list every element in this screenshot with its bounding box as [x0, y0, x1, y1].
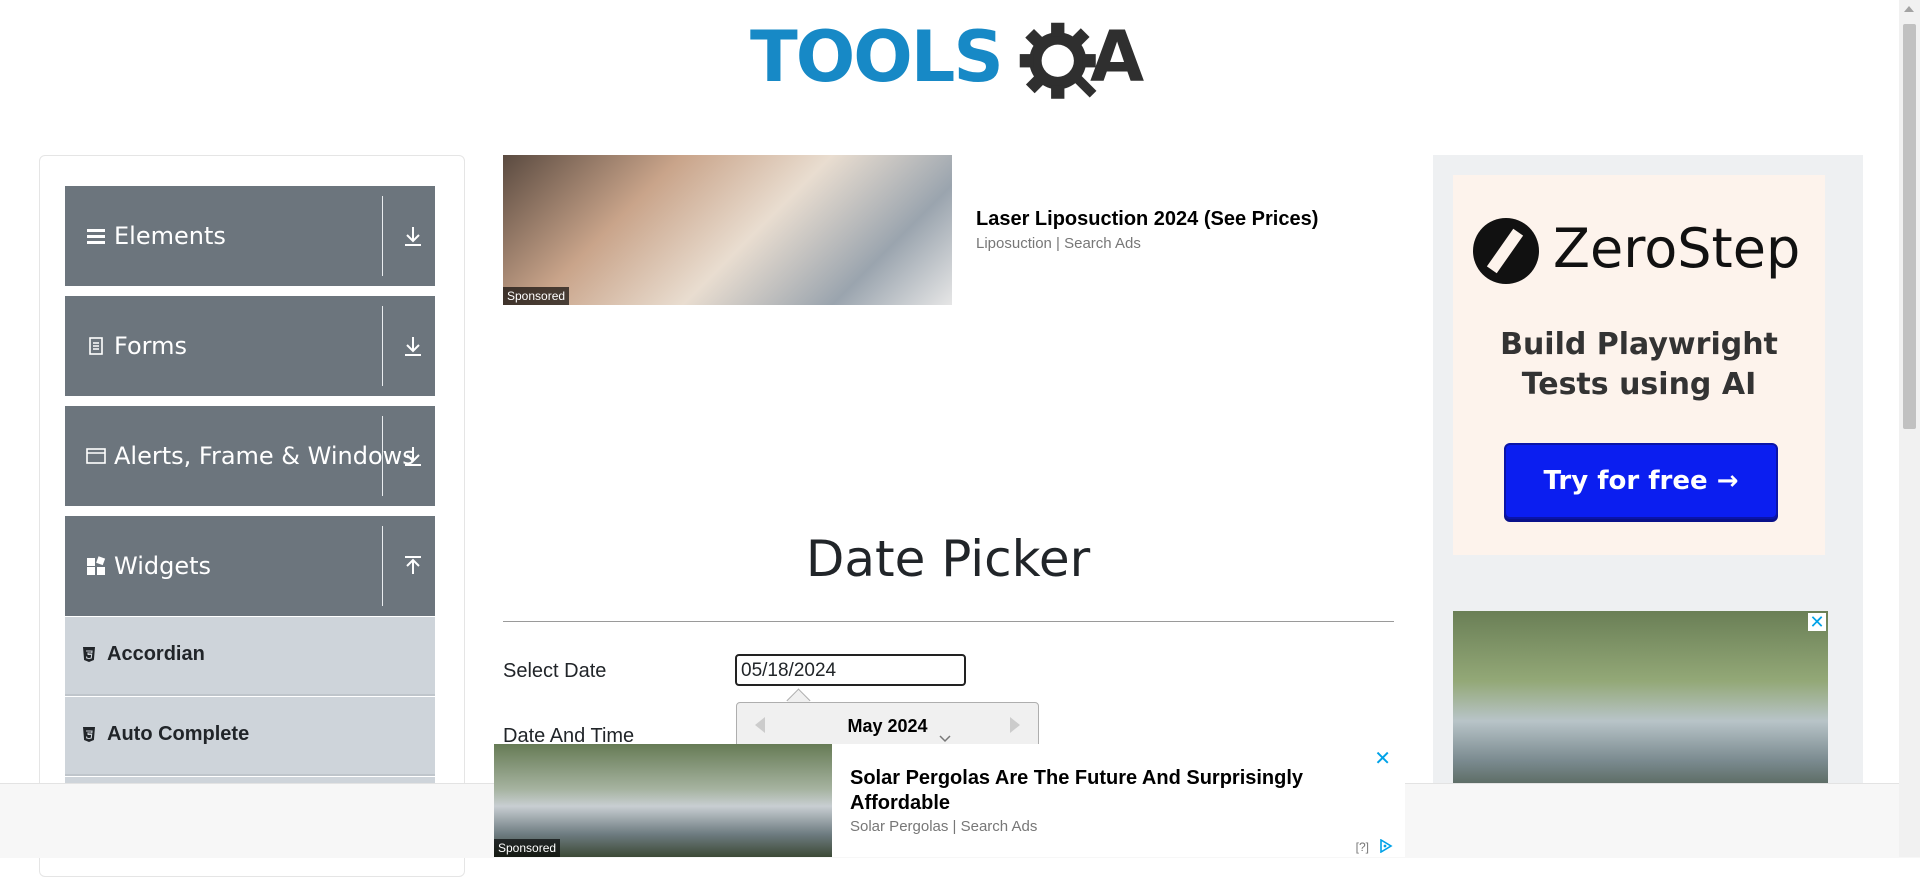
scroll-up-icon[interactable]	[1904, 6, 1914, 12]
ad-bottom-image[interactable]: Sponsored	[494, 744, 832, 857]
zerostep-logo-icon	[1473, 218, 1539, 284]
sidebar-item-auto-complete[interactable]: Auto Complete	[65, 697, 435, 776]
ad-top-subtitle[interactable]: Liposuction | Search Ads	[976, 235, 1141, 252]
close-icon[interactable]: ✕	[1374, 746, 1391, 771]
select-date-input[interactable]: 05/18/2024	[735, 654, 966, 686]
sidebar-group-alerts[interactable]: Alerts, Frame & Windows	[65, 406, 435, 506]
widgets-icon	[87, 556, 106, 575]
ad-top-image[interactable]: Sponsored	[503, 155, 952, 305]
calendar-month-label: May 2024	[847, 716, 928, 736]
download-arrow-icon[interactable]	[401, 224, 425, 248]
menu-icon	[87, 229, 105, 244]
upload-arrow-icon[interactable]	[401, 554, 425, 578]
ad-bottom-subtitle[interactable]: Solar Pergolas | Search Ads	[850, 818, 1037, 835]
sidebar-item-accordian[interactable]: Accordian	[65, 617, 435, 696]
try-for-free-button[interactable]: Try for free →	[1504, 443, 1778, 519]
page-scrollbar[interactable]	[1899, 0, 1920, 857]
select-date-label: Select Date	[503, 660, 607, 682]
sidebar-item-label: Accordian	[107, 643, 205, 665]
ad-right[interactable]: ZeroStep Build Playwright Tests using AI…	[1433, 155, 1863, 785]
ad-top-title[interactable]: Laser Liposuction 2024 (See Prices)	[976, 208, 1318, 231]
ad-bottom-title[interactable]: Solar Pergolas Are The Future And Surpri…	[850, 766, 1330, 816]
zerostep-ad-card[interactable]: ZeroStep Build Playwright Tests using AI…	[1453, 175, 1825, 555]
page-title: Date Picker	[805, 530, 1091, 588]
sponsored-badge: Sponsored	[494, 839, 561, 857]
close-icon[interactable]: ✕	[1808, 613, 1826, 631]
next-month-icon[interactable]	[1010, 717, 1020, 733]
scrollbar-thumb[interactable]	[1903, 24, 1916, 429]
divider	[382, 306, 383, 386]
adchoices-icon[interactable]	[1379, 839, 1393, 853]
zerostep-tagline: Build Playwright Tests using AI	[1500, 327, 1778, 402]
sidebar-group-label: Elements	[114, 222, 226, 250]
sponsored-badge: Sponsored	[503, 287, 570, 305]
sidebar-group-forms[interactable]: Forms	[65, 296, 435, 396]
sidebar-group-label: Alerts, Frame & Windows	[114, 442, 415, 470]
sidebar: Elements Forms Alerts, Frame & Windows W…	[39, 155, 465, 877]
html5-icon	[83, 727, 95, 742]
download-arrow-icon[interactable]	[401, 334, 425, 358]
pergola-ad-image[interactable]: ✕	[1453, 611, 1828, 785]
download-arrow-icon[interactable]	[401, 444, 425, 468]
ad-bottom[interactable]: Sponsored Solar Pergolas Are The Future …	[494, 744, 1405, 857]
sidebar-group-widgets[interactable]: Widgets	[65, 516, 435, 616]
sidebar-item-label: Auto Complete	[107, 723, 250, 745]
zerostep-brand: ZeroStep	[1553, 217, 1801, 280]
title-divider	[503, 621, 1394, 622]
divider	[382, 196, 383, 276]
ad-info-link[interactable]: [?]	[1356, 840, 1369, 854]
toolsqa-logo[interactable]: TOOLS A	[750, 18, 1155, 113]
document-icon	[89, 337, 103, 355]
sidebar-group-label: Forms	[114, 332, 187, 360]
sidebar-group-elements[interactable]: Elements	[65, 186, 435, 286]
html5-icon	[83, 647, 95, 662]
divider	[382, 526, 383, 606]
divider	[382, 416, 383, 496]
window-icon	[86, 448, 106, 464]
logo-a: A	[1090, 16, 1145, 98]
sidebar-group-label: Widgets	[114, 552, 212, 580]
logo-text: TOOLS	[750, 16, 1004, 98]
